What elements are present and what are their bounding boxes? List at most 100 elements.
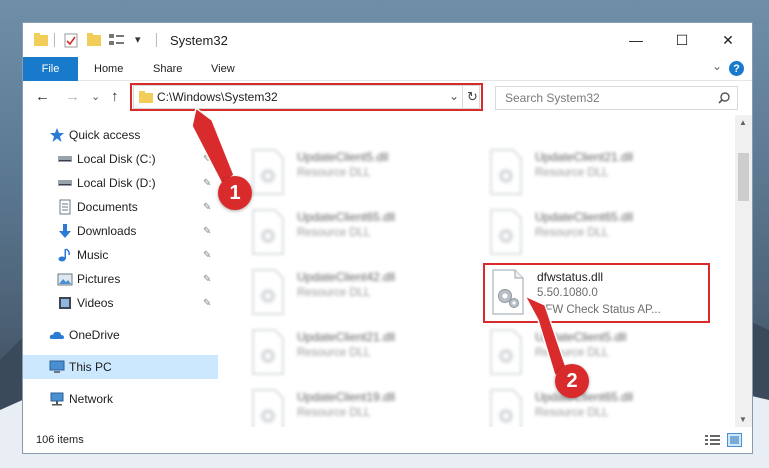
file-name: UpdateClient42.dll [297, 270, 396, 284]
file-item[interactable]: UpdateClient42.dll Resource DLL [245, 265, 475, 319]
sidebar-item-this-pc[interactable]: This PC [23, 355, 218, 379]
file-explorer-window: ▾ System32 — ☐ ✕ File Home Share View ⌄ … [22, 22, 753, 454]
search-icon[interactable] [718, 92, 730, 104]
properties-icon[interactable] [64, 33, 78, 48]
ribbon-tabs: File Home Share View ⌄ ? [23, 57, 752, 81]
file-name: UpdateClient65.dll [535, 210, 634, 224]
file-type: Resource DLL [297, 227, 371, 239]
details-view-icon[interactable] [705, 434, 721, 447]
sidebar-item-label: OneDrive [69, 328, 120, 342]
pin-icon[interactable]: ✎ [203, 226, 211, 237]
tab-view[interactable]: View [211, 63, 235, 75]
scroll-up-icon[interactable]: ▲ [739, 118, 747, 127]
dll-file-icon [490, 149, 522, 195]
drive-icon [58, 156, 72, 162]
ribbon-expand-icon[interactable]: ⌄ [712, 59, 722, 73]
sidebar-item-label: Local Disk (D:) [77, 176, 156, 190]
search-input[interactable]: Search System32 [505, 91, 600, 105]
dll-file-icon [252, 209, 284, 255]
sidebar-item-quick-access[interactable]: Quick access [23, 123, 218, 147]
up-button[interactable]: ↑ [111, 88, 119, 105]
tab-share[interactable]: Share [153, 63, 182, 75]
file-item[interactable]: UpdateClient21.dll Resource DLL [245, 325, 475, 379]
file-type: Resource DLL [297, 167, 371, 179]
file-item[interactable]: UpdateClient65.dll Resource DLL [483, 205, 713, 259]
pin-icon[interactable]: ✎ [203, 154, 211, 165]
dll-file-icon [252, 149, 284, 195]
dll-file-icon [490, 329, 522, 375]
sidebar-item-label: Network [69, 392, 114, 406]
large-icons-view-icon[interactable] [727, 433, 742, 447]
status-bar: 106 items [23, 427, 752, 453]
videos-icon [59, 297, 71, 309]
sidebar-item-label: Documents [77, 200, 138, 214]
drive-icon [58, 180, 72, 186]
file-item[interactable]: UpdateClient21.dll Resource DLL [483, 145, 713, 199]
dll-file-icon [252, 269, 284, 315]
address-highlight-box [130, 83, 483, 111]
vertical-scrollbar[interactable]: ▲ ▼ [735, 115, 752, 427]
file-name: UpdateClient19.dll [297, 390, 396, 404]
pin-icon[interactable]: ✎ [203, 202, 211, 213]
sidebar-item-label: This PC [69, 360, 112, 374]
navigation-pane: Quick access Local Disk (C:) ✎ Local Dis… [23, 115, 223, 427]
sidebar-item-network[interactable]: Network [23, 387, 218, 411]
pin-icon[interactable]: ✎ [203, 178, 211, 189]
file-item[interactable]: UpdateClient5.dll Resource DLL [245, 145, 475, 199]
annotation-badge-2: 2 [555, 364, 589, 398]
documents-icon [59, 199, 71, 215]
new-folder-icon[interactable] [87, 33, 101, 47]
scroll-down-icon[interactable]: ▼ [739, 415, 747, 424]
file-list: UpdateClient5.dll Resource DLL UpdateCli… [239, 115, 735, 435]
back-button[interactable]: ← [35, 88, 50, 105]
search-box[interactable]: Search System32 [495, 86, 738, 110]
file-type: Resource DLL [535, 227, 609, 239]
sidebar-item-local-disk-c[interactable]: Local Disk (C:) ✎ [23, 147, 218, 171]
view-options-icon[interactable] [109, 33, 127, 47]
file-tab[interactable]: File [23, 57, 78, 81]
help-icon[interactable]: ? [729, 61, 744, 76]
close-button[interactable]: ✕ [705, 23, 751, 57]
sidebar-item-documents[interactable]: Documents ✎ [23, 195, 218, 219]
sidebar-item-label: Pictures [77, 272, 121, 286]
sidebar-item-videos[interactable]: Videos ✎ [23, 291, 218, 315]
sidebar-item-label: Videos [77, 296, 114, 310]
qat-separator [54, 33, 55, 47]
file-type: Resource DLL [297, 347, 371, 359]
network-icon [50, 392, 64, 406]
pin-icon[interactable]: ✎ [203, 298, 211, 309]
forward-button[interactable]: → [65, 88, 80, 105]
scrollbar-thumb[interactable] [738, 153, 749, 201]
sidebar-item-label: Music [77, 248, 109, 262]
music-icon [58, 248, 70, 262]
qat-customize-icon[interactable]: ▾ [135, 33, 141, 46]
file-item[interactable]: UpdateClient5.dll Resource DLL [483, 325, 713, 379]
pictures-icon [57, 273, 73, 286]
file-name: UpdateClient21.dll [535, 150, 634, 164]
minimize-button[interactable]: — [613, 23, 659, 57]
sidebar-item-downloads[interactable]: Downloads ✎ [23, 219, 218, 243]
sidebar-item-local-disk-d[interactable]: Local Disk (D:) ✎ [23, 171, 218, 195]
download-icon [59, 224, 71, 238]
sidebar-item-music[interactable]: Music ✎ [23, 243, 218, 267]
file-type: Resource DLL [297, 287, 371, 299]
qat-separator [156, 33, 157, 47]
file-type: Resource DLL [297, 407, 371, 419]
pin-icon[interactable]: ✎ [203, 274, 211, 285]
pin-icon[interactable]: ✎ [203, 250, 211, 261]
annotation-badge-1: 1 [218, 176, 252, 210]
sidebar-item-onedrive[interactable]: OneDrive [23, 323, 218, 347]
sidebar-item-pictures[interactable]: Pictures ✎ [23, 267, 218, 291]
file-highlight-box [483, 263, 710, 323]
maximize-button[interactable]: ☐ [659, 23, 705, 57]
tab-home[interactable]: Home [94, 63, 123, 75]
file-name: UpdateClient5.dll [535, 330, 627, 344]
recent-locations-button[interactable]: ⌄ [91, 90, 100, 103]
folder-icon [34, 33, 48, 46]
title-bar: ▾ System32 — ☐ ✕ [23, 23, 752, 57]
file-item[interactable]: UpdateClient65.dll Resource DLL [245, 205, 475, 259]
item-count: 106 items [36, 434, 84, 446]
sidebar-item-label: Quick access [69, 128, 141, 142]
cloud-icon [49, 331, 64, 339]
navigation-bar: ← → ⌄ ↑ C:\Windows\System32 ⌄ ↻ Search S… [23, 81, 752, 115]
